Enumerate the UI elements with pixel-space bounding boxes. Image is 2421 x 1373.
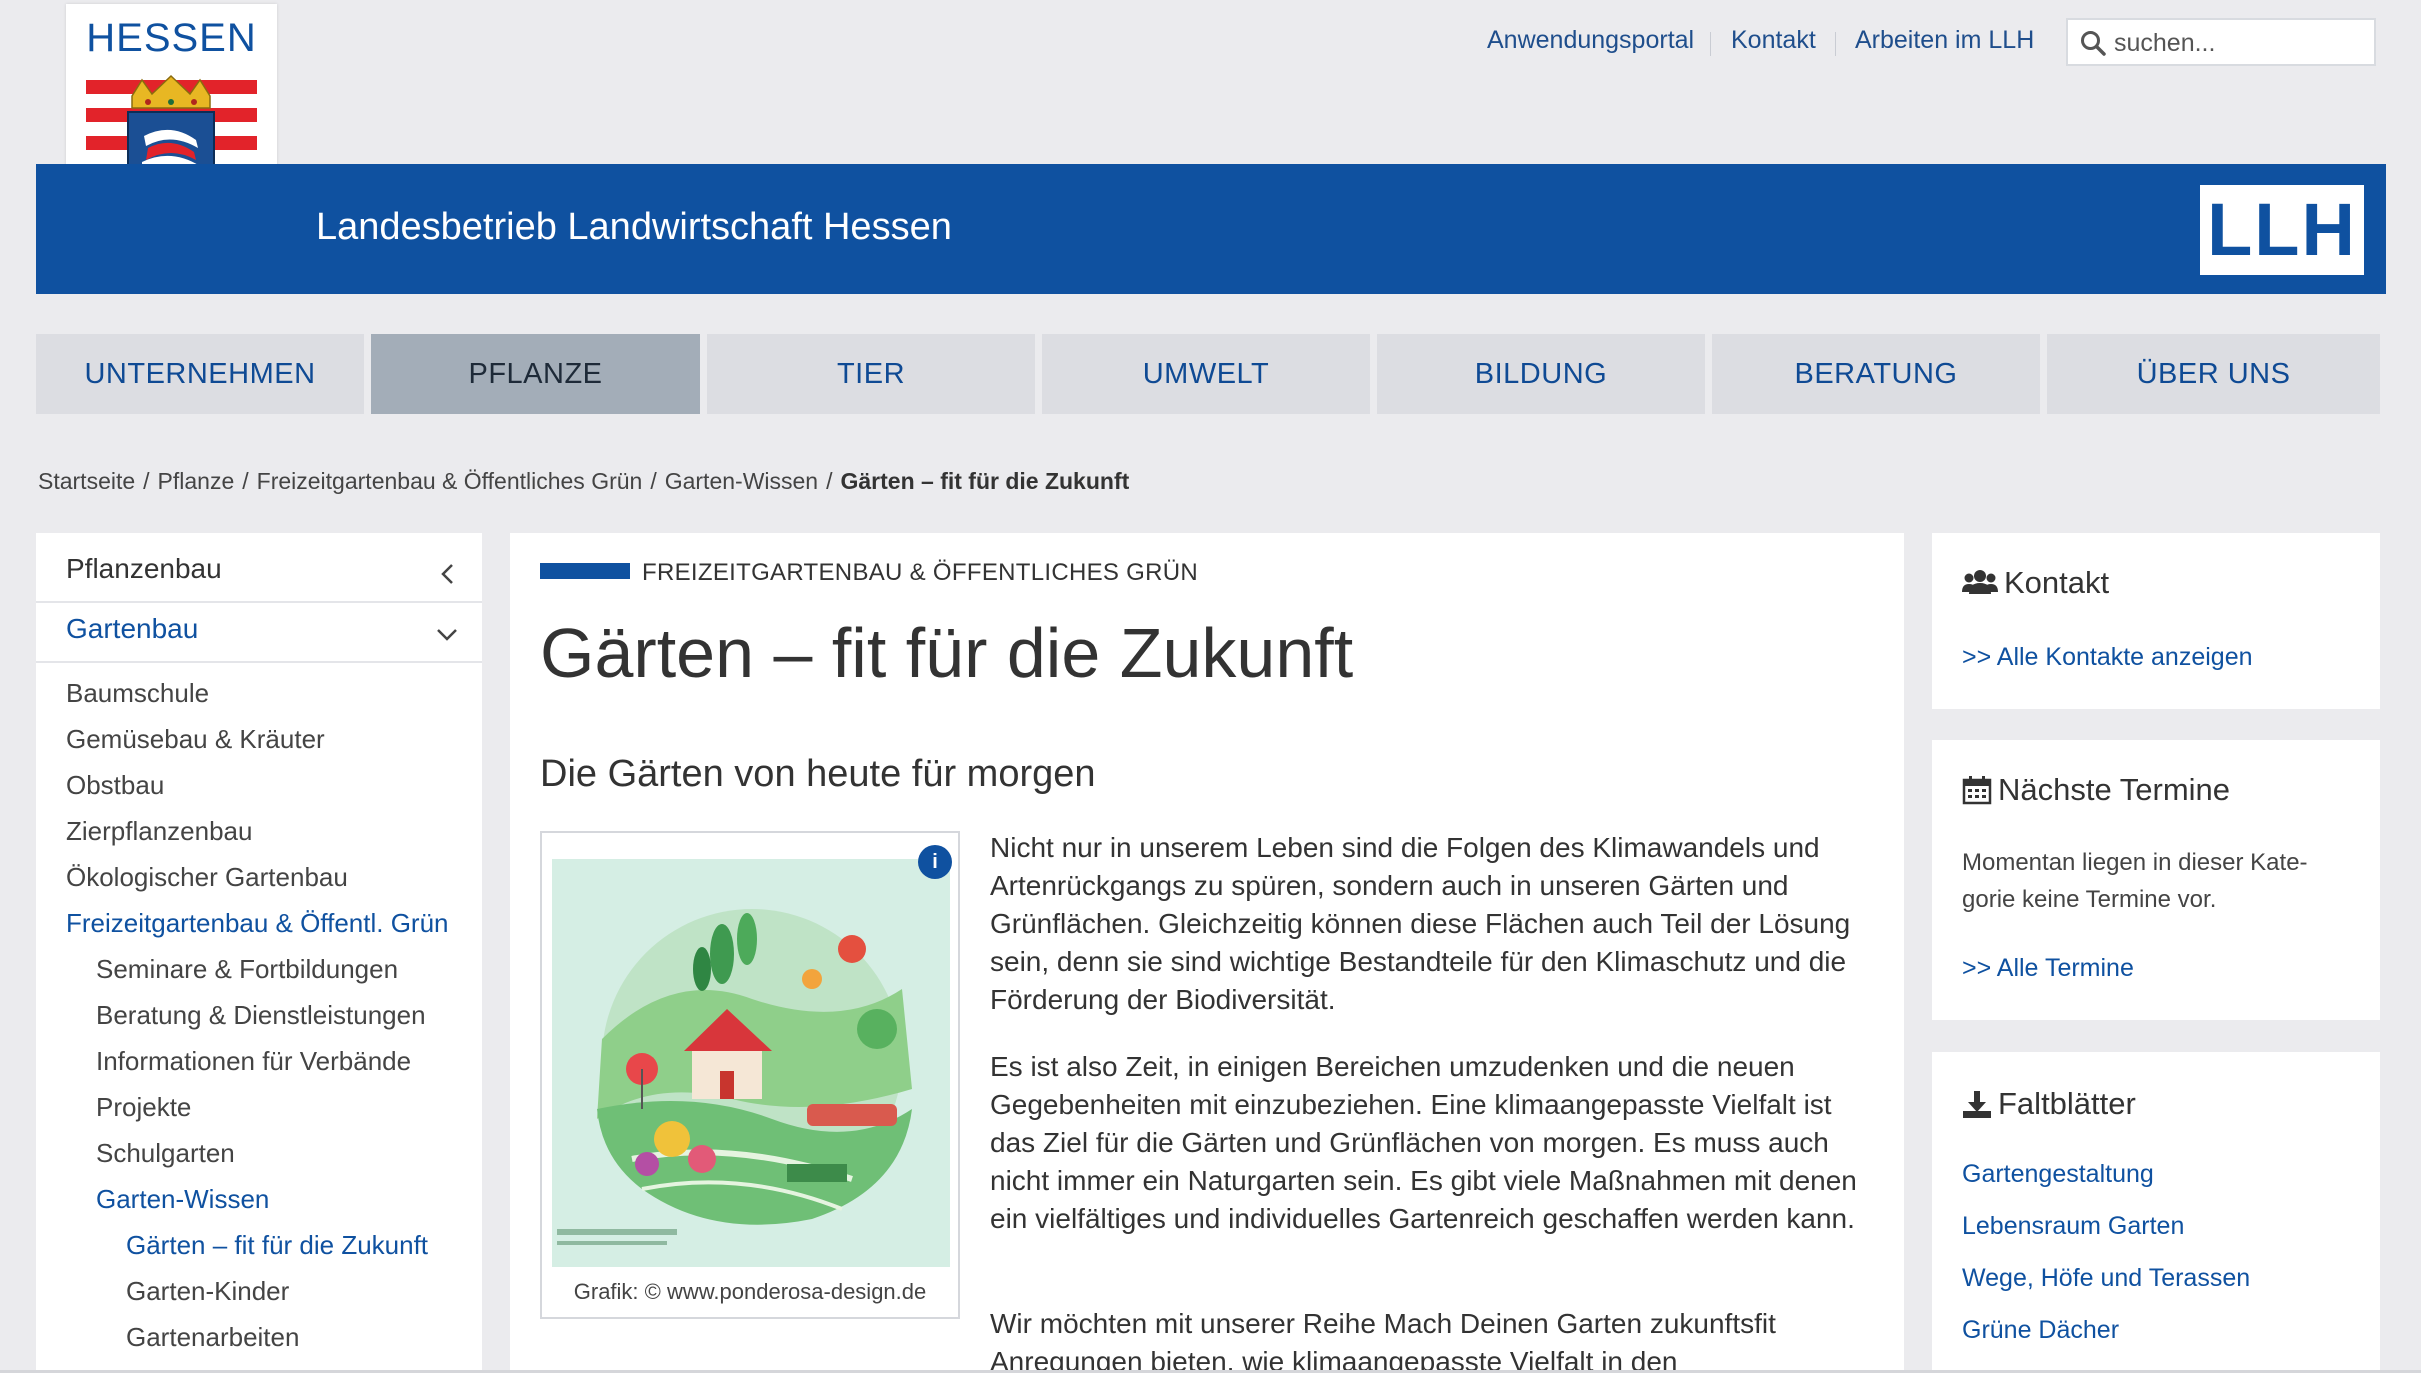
top-link-separator [1710, 32, 1711, 56]
chevron-down-icon[interactable] [436, 627, 458, 643]
sidebar-item-informationen[interactable]: Informationen für Verbände [96, 1046, 411, 1077]
article-kicker: FREIZEITGARTENBAU & ÖFFENTLICHES GRÜN [642, 559, 1199, 586]
sidebar-item-baumschule[interactable]: Baumschule [66, 678, 209, 709]
sidebar-item-gemuesebau[interactable]: Gemüsebau & Kräuter [66, 724, 325, 755]
sidebar-section-gartenbau[interactable]: Gartenbau [66, 613, 198, 645]
leaflet-link-wege-hoefe[interactable]: Wege, Höfe und Terassen [1962, 1264, 2250, 1293]
leaflet-link-gartengestaltung[interactable]: Gartengestaltung [1962, 1160, 2154, 1189]
breadcrumb-separator: / [826, 468, 833, 494]
search-icon[interactable] [2080, 30, 2106, 56]
leaflets-box: Faltblätter Gartengestaltung Lebensraum … [1932, 1052, 2380, 1373]
breadcrumb-separator: / [143, 468, 150, 494]
sidebar-item-seminare[interactable]: Seminare & Fortbildungen [96, 954, 398, 985]
info-icon[interactable]: i [918, 845, 952, 879]
figure-caption: Grafik: © www.ponderosa-design.de [573, 1279, 927, 1304]
contact-box-title: Kontakt [2004, 565, 2110, 600]
contact-box: Kontakt >> Alle Kontakte anzeigen [1932, 533, 2380, 709]
sidebar-item-schulgarten[interactable]: Schulgarten [96, 1138, 235, 1169]
nav-bildung[interactable]: BILDUNG [1377, 334, 1705, 414]
events-empty-text: Momentan liegen in dieser Kate- gorie ke… [1962, 849, 2308, 913]
sidebar-item-garten-kinder[interactable]: Garten-Kinder [126, 1276, 289, 1307]
sidebar-item-garten-wissen[interactable]: Garten-Wissen [96, 1184, 269, 1215]
breadcrumb-freizeitgartenbau[interactable]: Freizeitgartenbau & Öffentliches Grün [257, 468, 643, 494]
sidebar-item-gaerten-fit[interactable]: Gärten – fit für die Zukunft [126, 1230, 428, 1261]
org-name: Landesbetrieb Landwirtschaft Hessen [316, 206, 952, 248]
kicker-bar [540, 563, 630, 579]
article-figure: i Grafik: © www.ponderosa-design.de [540, 831, 960, 1319]
article-paragraph-2: Es ist also Zeit, in einigen Bereichen u… [990, 1051, 1857, 1234]
users-icon [1962, 570, 1998, 594]
nav-beratung[interactable]: BERATUNG [1712, 334, 2040, 414]
main-content: FREIZEITGARTENBAU & ÖFFENTLICHES GRÜN Gä… [510, 533, 1904, 1373]
sidebar-item-gartenarbeiten[interactable]: Gartenarbeiten [126, 1322, 299, 1353]
nav-pflanze[interactable]: PFLANZE [371, 334, 700, 414]
calendar-icon [1962, 776, 1992, 805]
nav-ueber-uns[interactable]: ÜBER UNS [2047, 334, 2380, 414]
breadcrumb-current: Gärten – fit für die Zukunft [840, 468, 1130, 494]
events-box-title: Nächste Termine [1998, 772, 2231, 807]
garden-illustration[interactable] [552, 859, 950, 1267]
contact-box-title-row: Kontakt [1962, 565, 2109, 601]
breadcrumb-separator: / [650, 468, 657, 494]
llh-logo[interactable]: LLH [2200, 185, 2364, 275]
top-link-anwendungsportal[interactable]: Anwendungsportal [1487, 26, 1694, 55]
sidebar: Pflanzenbau Gartenbau Baumschule Gemüseb… [36, 533, 482, 1373]
leaflets-box-title-row: Faltblätter [1962, 1086, 2136, 1122]
nav-tier[interactable]: TIER [707, 334, 1035, 414]
hessen-wordmark: HESSEN [86, 16, 257, 60]
leaflets-box-title: Faltblätter [1998, 1086, 2136, 1121]
sidebar-divider [36, 601, 482, 603]
leaflet-link-lebensraum-garten[interactable]: Lebensraum Garten [1962, 1212, 2184, 1241]
top-link-kontakt[interactable]: Kontakt [1731, 26, 1816, 55]
sidebar-item-projekte[interactable]: Projekte [96, 1092, 191, 1123]
sidebar-item-oekologischer-gartenbau[interactable]: Ökologischer Gartenbau [66, 862, 348, 893]
top-link-separator [1835, 32, 1836, 56]
all-contacts-link[interactable]: >> Alle Kontakte anzeigen [1962, 643, 2253, 672]
article-subtitle: Die Gärten von heute für morgen [540, 753, 1096, 795]
top-link-arbeiten[interactable]: Arbeiten im LLH [1855, 26, 2034, 55]
sidebar-divider [36, 661, 482, 663]
article-paragraph-1: Nicht nur in unserem Leben sind die Folg… [990, 832, 1851, 1015]
search-box[interactable] [2066, 18, 2376, 66]
leaflet-link-gruene-daecher[interactable]: Grüne Dächer [1962, 1316, 2119, 1345]
llh-logo-text: LLH [2207, 188, 2357, 271]
nav-umwelt[interactable]: UMWELT [1042, 334, 1370, 414]
sidebar-item-obstbau[interactable]: Obstbau [66, 770, 164, 801]
breadcrumb-pflanze[interactable]: Pflanze [158, 468, 235, 494]
download-icon [1963, 1091, 1991, 1118]
breadcrumb-separator: / [242, 468, 249, 494]
breadcrumb-startseite[interactable]: Startseite [38, 468, 135, 494]
breadcrumb: Startseite / Pflanze / Freizeitgartenbau & Ö… [38, 468, 1129, 495]
article-paragraph-3: Wir möchten mit unserer Reihe Mach Deine… [990, 1308, 1776, 1373]
sidebar-item-zierpflanzenbau[interactable]: Zierpflanzenbau [66, 816, 252, 847]
header-banner: Landesbetrieb Landwirtschaft Hessen [36, 164, 2386, 294]
sidebar-section-pflanzenbau[interactable]: Pflanzenbau [66, 553, 222, 585]
page-title: Gärten – fit für die Zukunft [540, 614, 1354, 692]
breadcrumb-garten-wissen[interactable]: Garten-Wissen [665, 468, 818, 494]
nav-unternehmen[interactable]: UNTERNEHMEN [36, 334, 364, 414]
sidebar-item-beratung[interactable]: Beratung & Dienstleistungen [96, 1000, 426, 1031]
sidebar-item-freizeitgartenbau[interactable]: Freizeitgartenbau & Öffentl. Grün [66, 908, 449, 939]
search-input[interactable] [2112, 26, 2366, 60]
events-box-title-row: Nächste Termine [1962, 772, 2230, 808]
chevron-left-icon[interactable] [440, 563, 456, 585]
events-box: Nächste Termine Momentan liegen in diese… [1932, 740, 2380, 1020]
garden-illustration-graphic [552, 859, 950, 1267]
all-events-link[interactable]: >> Alle Termine [1962, 954, 2134, 983]
